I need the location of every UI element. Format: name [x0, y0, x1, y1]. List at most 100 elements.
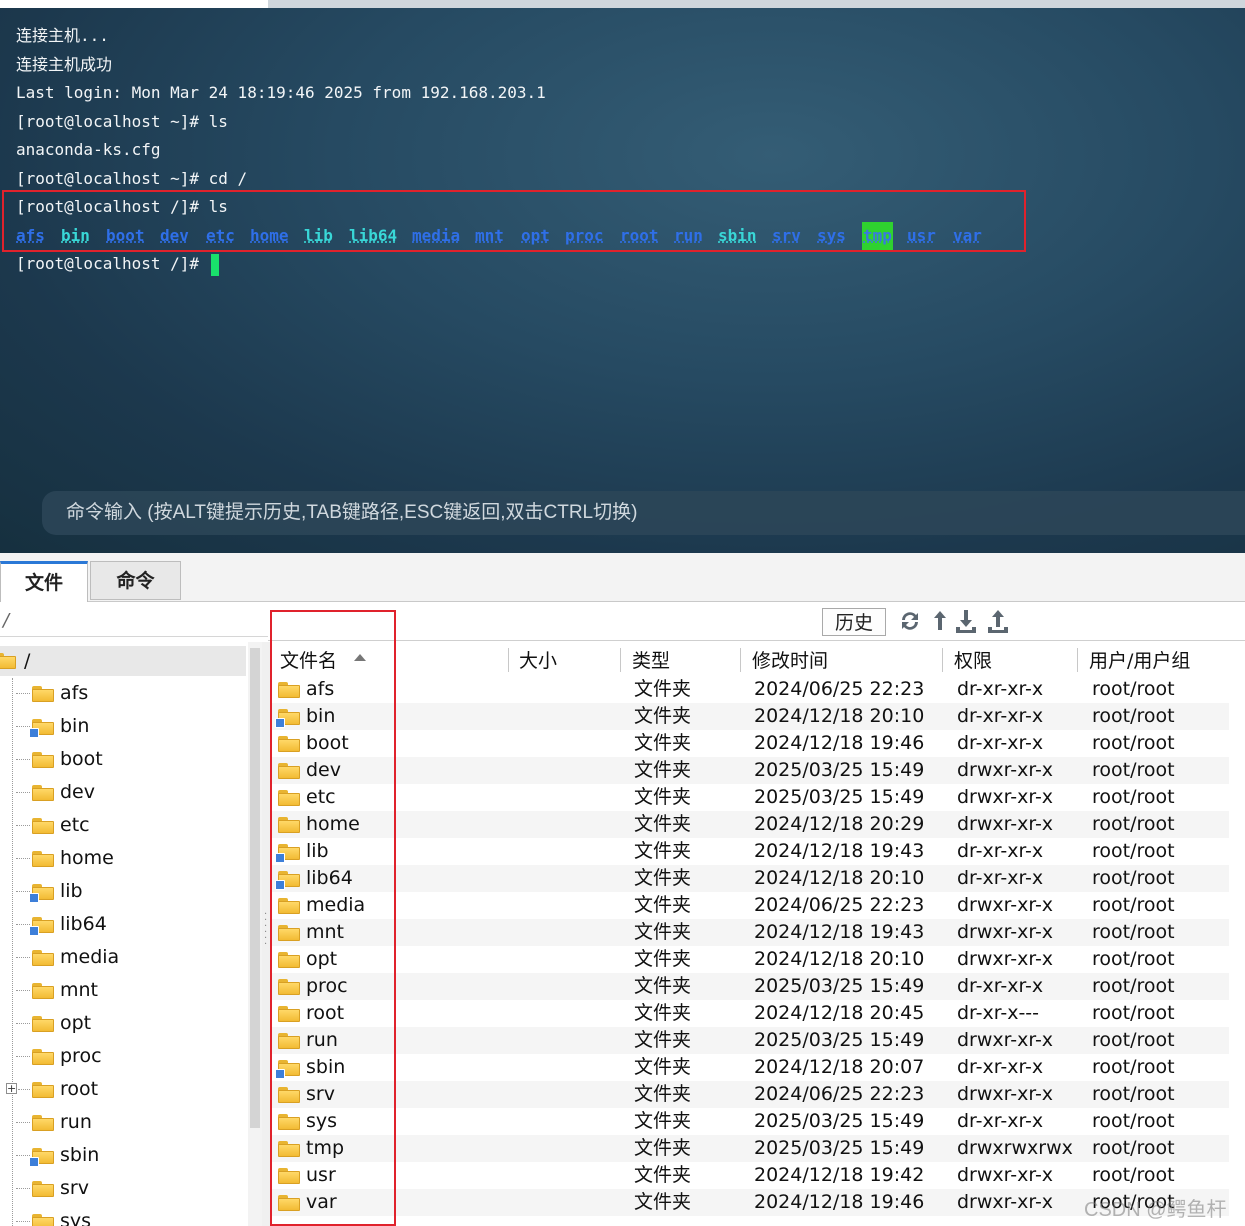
table-row[interactable]: etc 文件夹 2025/03/25 15:49 drwxr-xr-x root/roo…	[272, 784, 1229, 811]
refresh-icon[interactable]	[898, 608, 922, 634]
column-header-modified[interactable]: 修改时间	[752, 644, 828, 678]
cell-modified: 2024/12/18 20:07	[754, 1056, 925, 1078]
table-row[interactable]: home 文件夹 2024/12/18 20:29 drwxr-xr-x root/ro…	[272, 811, 1229, 838]
tree-item-sbin[interactable]: sbin	[0, 1139, 262, 1172]
pane-splitter[interactable]: · · · · · ·	[262, 642, 270, 1226]
cell-modified: 2024/12/18 19:46	[754, 1191, 925, 1213]
tree-item-run[interactable]: run	[0, 1106, 262, 1139]
path-input[interactable]: /	[3, 610, 9, 631]
table-row[interactable]: mnt 文件夹 2024/12/18 19:43 drwxr-xr-x root/roo…	[272, 919, 1229, 946]
table-row[interactable]: proc 文件夹 2025/03/25 15:49 dr-xr-xr-x root/ro…	[272, 973, 1229, 1000]
upload-icon[interactable]	[986, 608, 1010, 634]
cell-permission: drwxr-xr-x	[957, 894, 1054, 916]
tree-scrollbar[interactable]	[248, 642, 262, 1226]
cell-type: 文件夹	[634, 1137, 692, 1159]
cell-permission: drwxr-xr-x	[957, 948, 1054, 970]
cell-modified: 2025/03/25 15:49	[754, 1029, 925, 1051]
cell-owner: root/root	[1092, 1110, 1175, 1132]
column-header-permission[interactable]: 权限	[954, 644, 992, 678]
column-header-type[interactable]: 类型	[632, 644, 670, 678]
header-divider	[268, 640, 1245, 641]
tree-item-sys[interactable]: sys	[0, 1205, 262, 1226]
column-header-owner[interactable]: 用户/用户组	[1089, 644, 1190, 678]
tree-item-srv[interactable]: srv	[0, 1172, 262, 1205]
tree-item-lib[interactable]: lib	[0, 875, 262, 908]
table-row[interactable]: opt 文件夹 2024/12/18 20:10 drwxr-xr-x root/roo…	[272, 946, 1229, 973]
command-input[interactable]: 命令输入 (按ALT键提示历史,TAB键路径,ESC键返回,双击CTRL切换)	[42, 491, 1245, 535]
terminal-prompt: [root@localhost /]#	[16, 254, 200, 273]
tree-item-proc[interactable]: proc	[0, 1040, 262, 1073]
folder-icon	[32, 1214, 54, 1226]
terminal-line: [root@localhost ~]# ls	[16, 111, 228, 131]
table-row[interactable]: boot 文件夹 2024/12/18 19:46 dr-xr-xr-x root/ro…	[272, 730, 1229, 757]
table-row[interactable]: afs 文件夹 2024/06/25 22:23 dr-xr-xr-x root/roo…	[272, 676, 1229, 703]
cell-modified: 2025/03/25 15:49	[754, 759, 925, 781]
table-row[interactable]: usr 文件夹 2024/12/18 19:42 drwxr-xr-x root/roo…	[272, 1162, 1229, 1189]
tree-item-label: home	[60, 847, 114, 869]
cell-permission: dr-xr-xr-x	[957, 1110, 1044, 1132]
table-row[interactable]: lib 文件夹 2024/12/18 19:43 dr-xr-xr-x root/roo…	[272, 838, 1229, 865]
cell-owner: root/root	[1092, 786, 1175, 808]
tree-item-label: etc	[60, 814, 90, 836]
tree-item-bin[interactable]: bin	[0, 710, 262, 743]
cell-owner: root/root	[1092, 1083, 1175, 1105]
tree-scrollbar-thumb[interactable]	[250, 648, 260, 1128]
file-list[interactable]: 文件名 大小 类型 修改时间 权限 用户/用户组 afs 文件夹 2024/06/2…	[272, 644, 1245, 1226]
tree-item-lib64[interactable]: lib64	[0, 908, 262, 941]
cell-permission: dr-xr-xr-x	[957, 1056, 1044, 1078]
table-row[interactable]: tmp 文件夹 2025/03/25 15:49 drwxrwxrwx root/roo…	[272, 1135, 1229, 1162]
path-underline	[0, 636, 268, 637]
column-header-size[interactable]: 大小	[519, 644, 557, 678]
table-row[interactable]: lib64 文件夹 2024/12/18 20:10 dr-xr-xr-x root/r…	[272, 865, 1229, 892]
table-row[interactable]: bin 文件夹 2024/12/18 20:10 dr-xr-xr-x root/roo…	[272, 703, 1229, 730]
cell-type: 文件夹	[634, 921, 692, 943]
tree-root-item[interactable]: /	[0, 646, 246, 676]
tree-item-afs[interactable]: afs	[0, 677, 262, 710]
cell-owner: root/root	[1092, 1164, 1175, 1186]
terminal-panel[interactable]: 连接主机... 连接主机成功 Last login: Mon Mar 24 18…	[0, 0, 1245, 553]
cell-modified: 2024/12/18 19:46	[754, 732, 925, 754]
directory-tree[interactable]: / afs bin boot dev etc home lib lib64 me…	[0, 642, 262, 1226]
tree-item-dev[interactable]: dev	[0, 776, 262, 809]
tree-item-media[interactable]: media	[0, 941, 262, 974]
table-row[interactable]: root 文件夹 2024/12/18 20:45 dr-xr-x--- root/ro…	[272, 1000, 1229, 1027]
folder-icon	[32, 1181, 54, 1197]
tab-commands[interactable]: 命令	[90, 561, 181, 600]
folder-icon	[32, 950, 54, 966]
cell-type: 文件夹	[634, 678, 692, 700]
cell-type: 文件夹	[634, 732, 692, 754]
folder-icon	[0, 653, 16, 669]
tab-files[interactable]: 文件	[0, 561, 88, 602]
cell-permission: drwxr-xr-x	[957, 1029, 1054, 1051]
cell-owner: root/root	[1092, 732, 1175, 754]
folder-icon	[32, 983, 54, 999]
tree-item-label: opt	[60, 1012, 92, 1034]
tree-item-root[interactable]: + root	[0, 1073, 262, 1106]
tree-item-boot[interactable]: boot	[0, 743, 262, 776]
table-row[interactable]: sbin 文件夹 2024/12/18 20:07 dr-xr-xr-x root/ro…	[272, 1054, 1229, 1081]
cell-type: 文件夹	[634, 1110, 692, 1132]
tree-item-label: lib64	[60, 913, 107, 935]
table-row[interactable]: srv 文件夹 2024/06/25 22:23 drwxr-xr-x root/roo…	[272, 1081, 1229, 1108]
tree-item-opt[interactable]: opt	[0, 1007, 262, 1040]
cell-type: 文件夹	[634, 813, 692, 835]
expand-icon[interactable]: +	[6, 1083, 17, 1094]
cell-type: 文件夹	[634, 1056, 692, 1078]
download-icon[interactable]	[954, 608, 978, 634]
tree-item-label: afs	[60, 682, 89, 704]
tree-item-etc[interactable]: etc	[0, 809, 262, 842]
tree-item-home[interactable]: home	[0, 842, 262, 875]
history-button[interactable]: 历史	[822, 608, 886, 636]
table-row[interactable]: sys 文件夹 2025/03/25 15:49 dr-xr-xr-x root/roo…	[272, 1108, 1229, 1135]
table-row[interactable]: run 文件夹 2025/03/25 15:49 drwxr-xr-x root/roo…	[272, 1027, 1229, 1054]
cell-modified: 2025/03/25 15:49	[754, 1137, 925, 1159]
table-row[interactable]: media 文件夹 2024/06/25 22:23 drwxr-xr-x root/r…	[272, 892, 1229, 919]
tree-item-mnt[interactable]: mnt	[0, 974, 262, 1007]
table-row[interactable]: dev 文件夹 2025/03/25 15:49 drwxr-xr-x root/roo…	[272, 757, 1229, 784]
up-arrow-icon[interactable]	[928, 608, 952, 634]
highlight-box-ls-output	[2, 190, 1026, 252]
cell-permission: drwxr-xr-x	[957, 786, 1054, 808]
cell-permission: dr-xr-xr-x	[957, 867, 1044, 889]
tree-item-label: proc	[60, 1045, 102, 1067]
tree-item-label: lib	[60, 880, 83, 902]
